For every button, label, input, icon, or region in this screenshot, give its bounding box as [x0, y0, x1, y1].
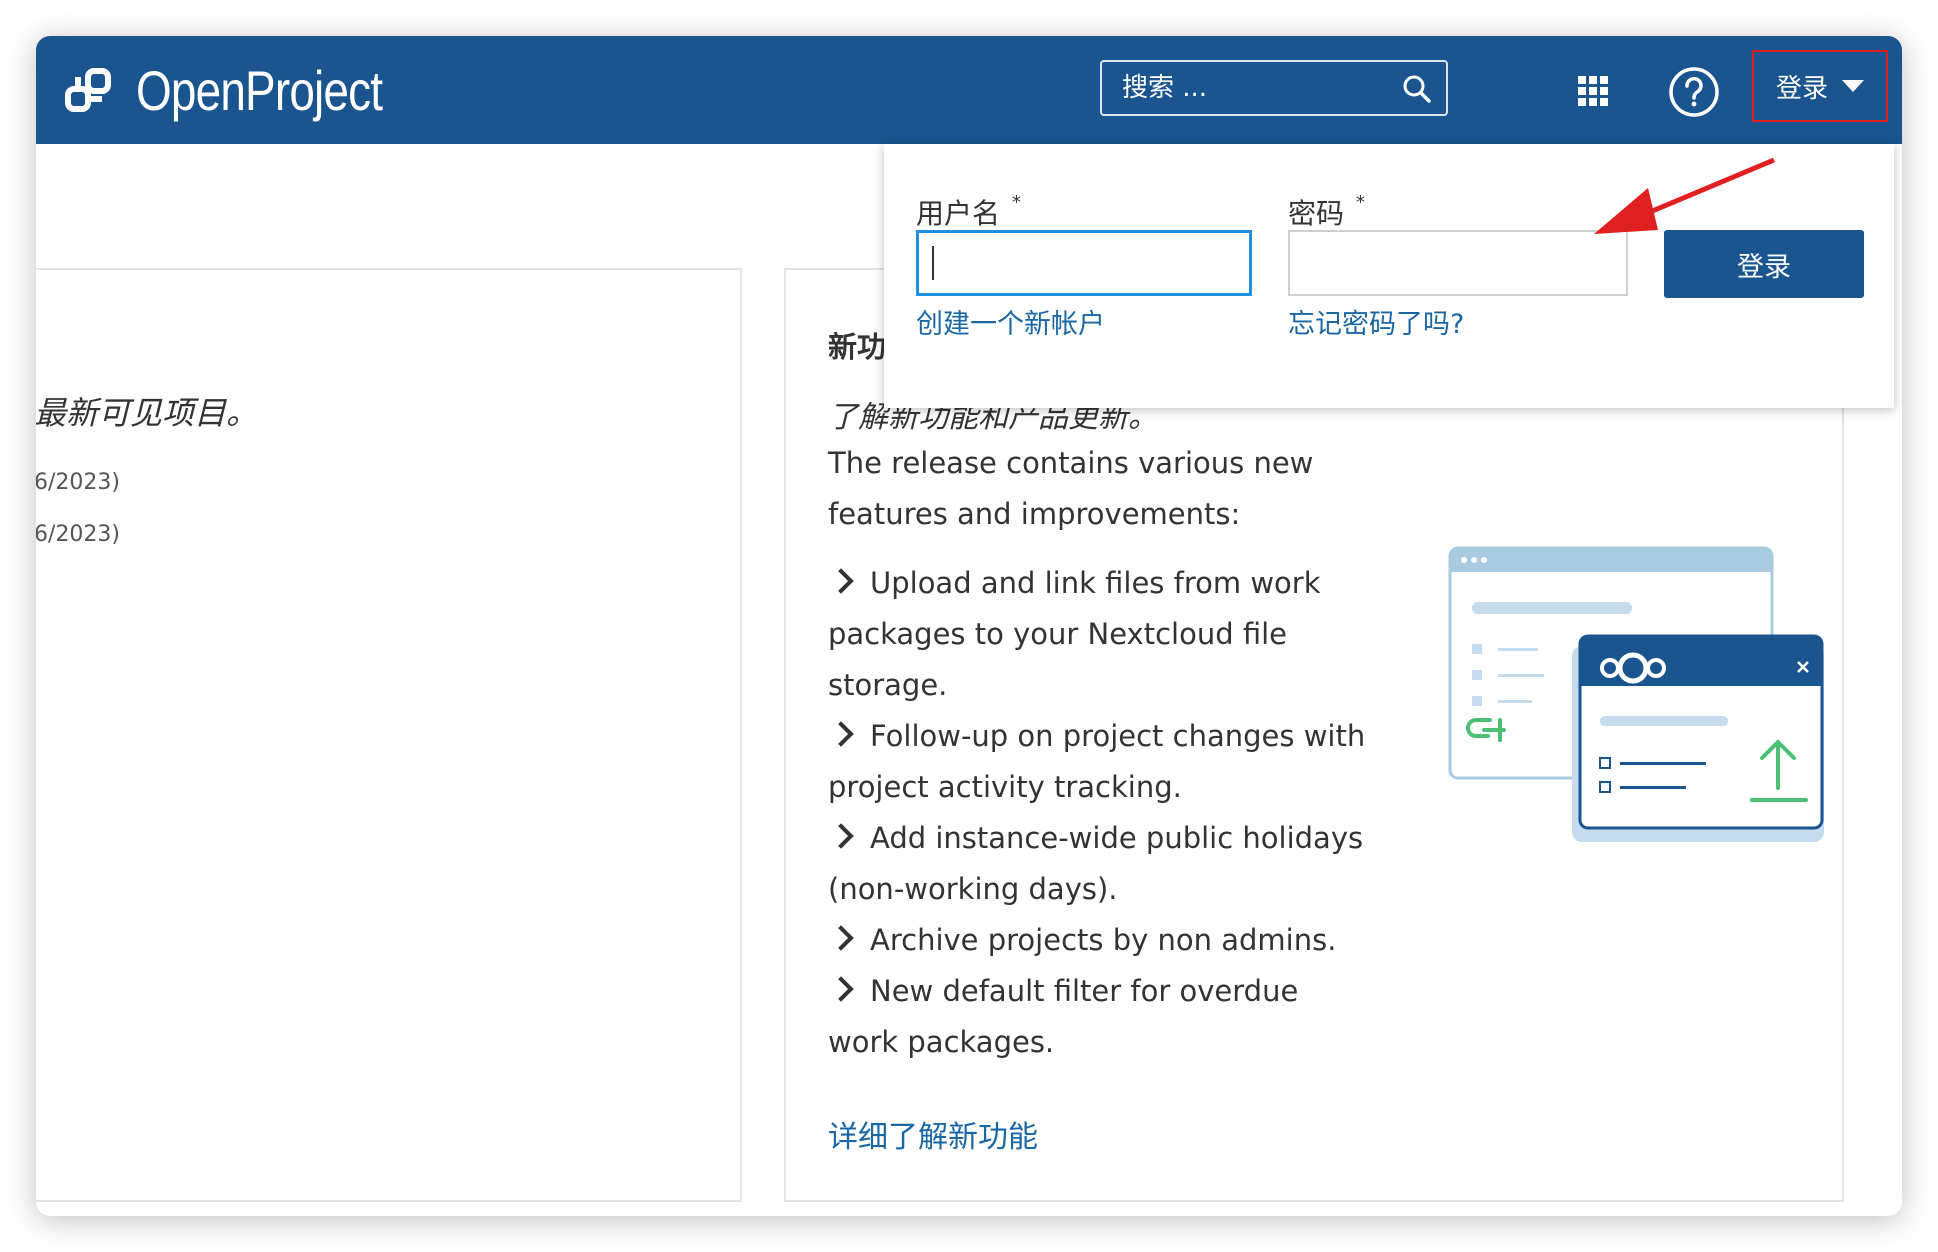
- top-navigation-bar: OpenProject 登录: [36, 36, 1902, 144]
- chevron-right-icon: [828, 925, 854, 951]
- news-widget-title: 新功: [828, 330, 887, 364]
- list-item: New default filter for overdue work pack…: [828, 974, 1299, 1059]
- openproject-logo-icon: [65, 67, 111, 112]
- password-field[interactable]: [1288, 230, 1628, 296]
- learn-more-link[interactable]: 详细了解新功能: [828, 1112, 1038, 1156]
- caret-down-icon: [1842, 80, 1864, 92]
- username-field[interactable]: [916, 230, 1252, 296]
- password-label: 密码 *: [1288, 192, 1366, 230]
- username-label: 用户名 *: [916, 192, 1022, 230]
- text-cursor: [932, 246, 934, 280]
- modules-grid-icon[interactable]: [1578, 76, 1608, 106]
- login-submit-button[interactable]: 登录: [1664, 230, 1864, 298]
- forgot-password-link[interactable]: 忘记密码了吗?: [1288, 302, 1464, 341]
- chevron-right-icon: [828, 568, 854, 594]
- nextcloud-illustration: [1448, 546, 1824, 842]
- browser-window: OpenProject 登录 最新可见项目。: [36, 36, 1902, 1216]
- chevron-right-icon: [828, 823, 854, 849]
- project-date: 6/2023): [36, 470, 120, 495]
- login-menu-label: 登录: [1775, 73, 1828, 104]
- chevron-right-icon: [828, 976, 854, 1002]
- project-date: 6/2023): [36, 522, 120, 547]
- help-icon[interactable]: [1668, 66, 1720, 118]
- projects-widget: 最新可见项目。 6/2023) 6/2023): [36, 268, 742, 1202]
- projects-widget-description: 最新可见项目。: [36, 394, 259, 432]
- list-item: Add instance-wide public holidays (non-w…: [828, 821, 1364, 906]
- search-input[interactable]: [1102, 62, 1446, 114]
- login-menu-button[interactable]: 登录: [1752, 50, 1888, 122]
- chevron-right-icon: [828, 721, 854, 747]
- logo-text: OpenProject: [136, 59, 383, 122]
- create-account-link[interactable]: 创建一个新帐户: [916, 302, 1105, 341]
- list-item: Archive projects by non admins.: [828, 915, 1368, 966]
- annotation-arrow-icon: [1594, 158, 1775, 234]
- list-item: Upload and link files from work packages…: [828, 566, 1321, 702]
- openproject-logo[interactable]: OpenProject: [64, 58, 436, 123]
- release-intro: The release contains various new feature…: [828, 446, 1314, 531]
- feature-list: Upload and link files from work packages…: [828, 558, 1368, 1068]
- search-box[interactable]: [1100, 60, 1448, 116]
- search-icon[interactable]: [1402, 74, 1432, 104]
- list-item: Follow-up on project changes with projec…: [828, 719, 1366, 804]
- release-notes: The release contains various new feature…: [828, 438, 1368, 1068]
